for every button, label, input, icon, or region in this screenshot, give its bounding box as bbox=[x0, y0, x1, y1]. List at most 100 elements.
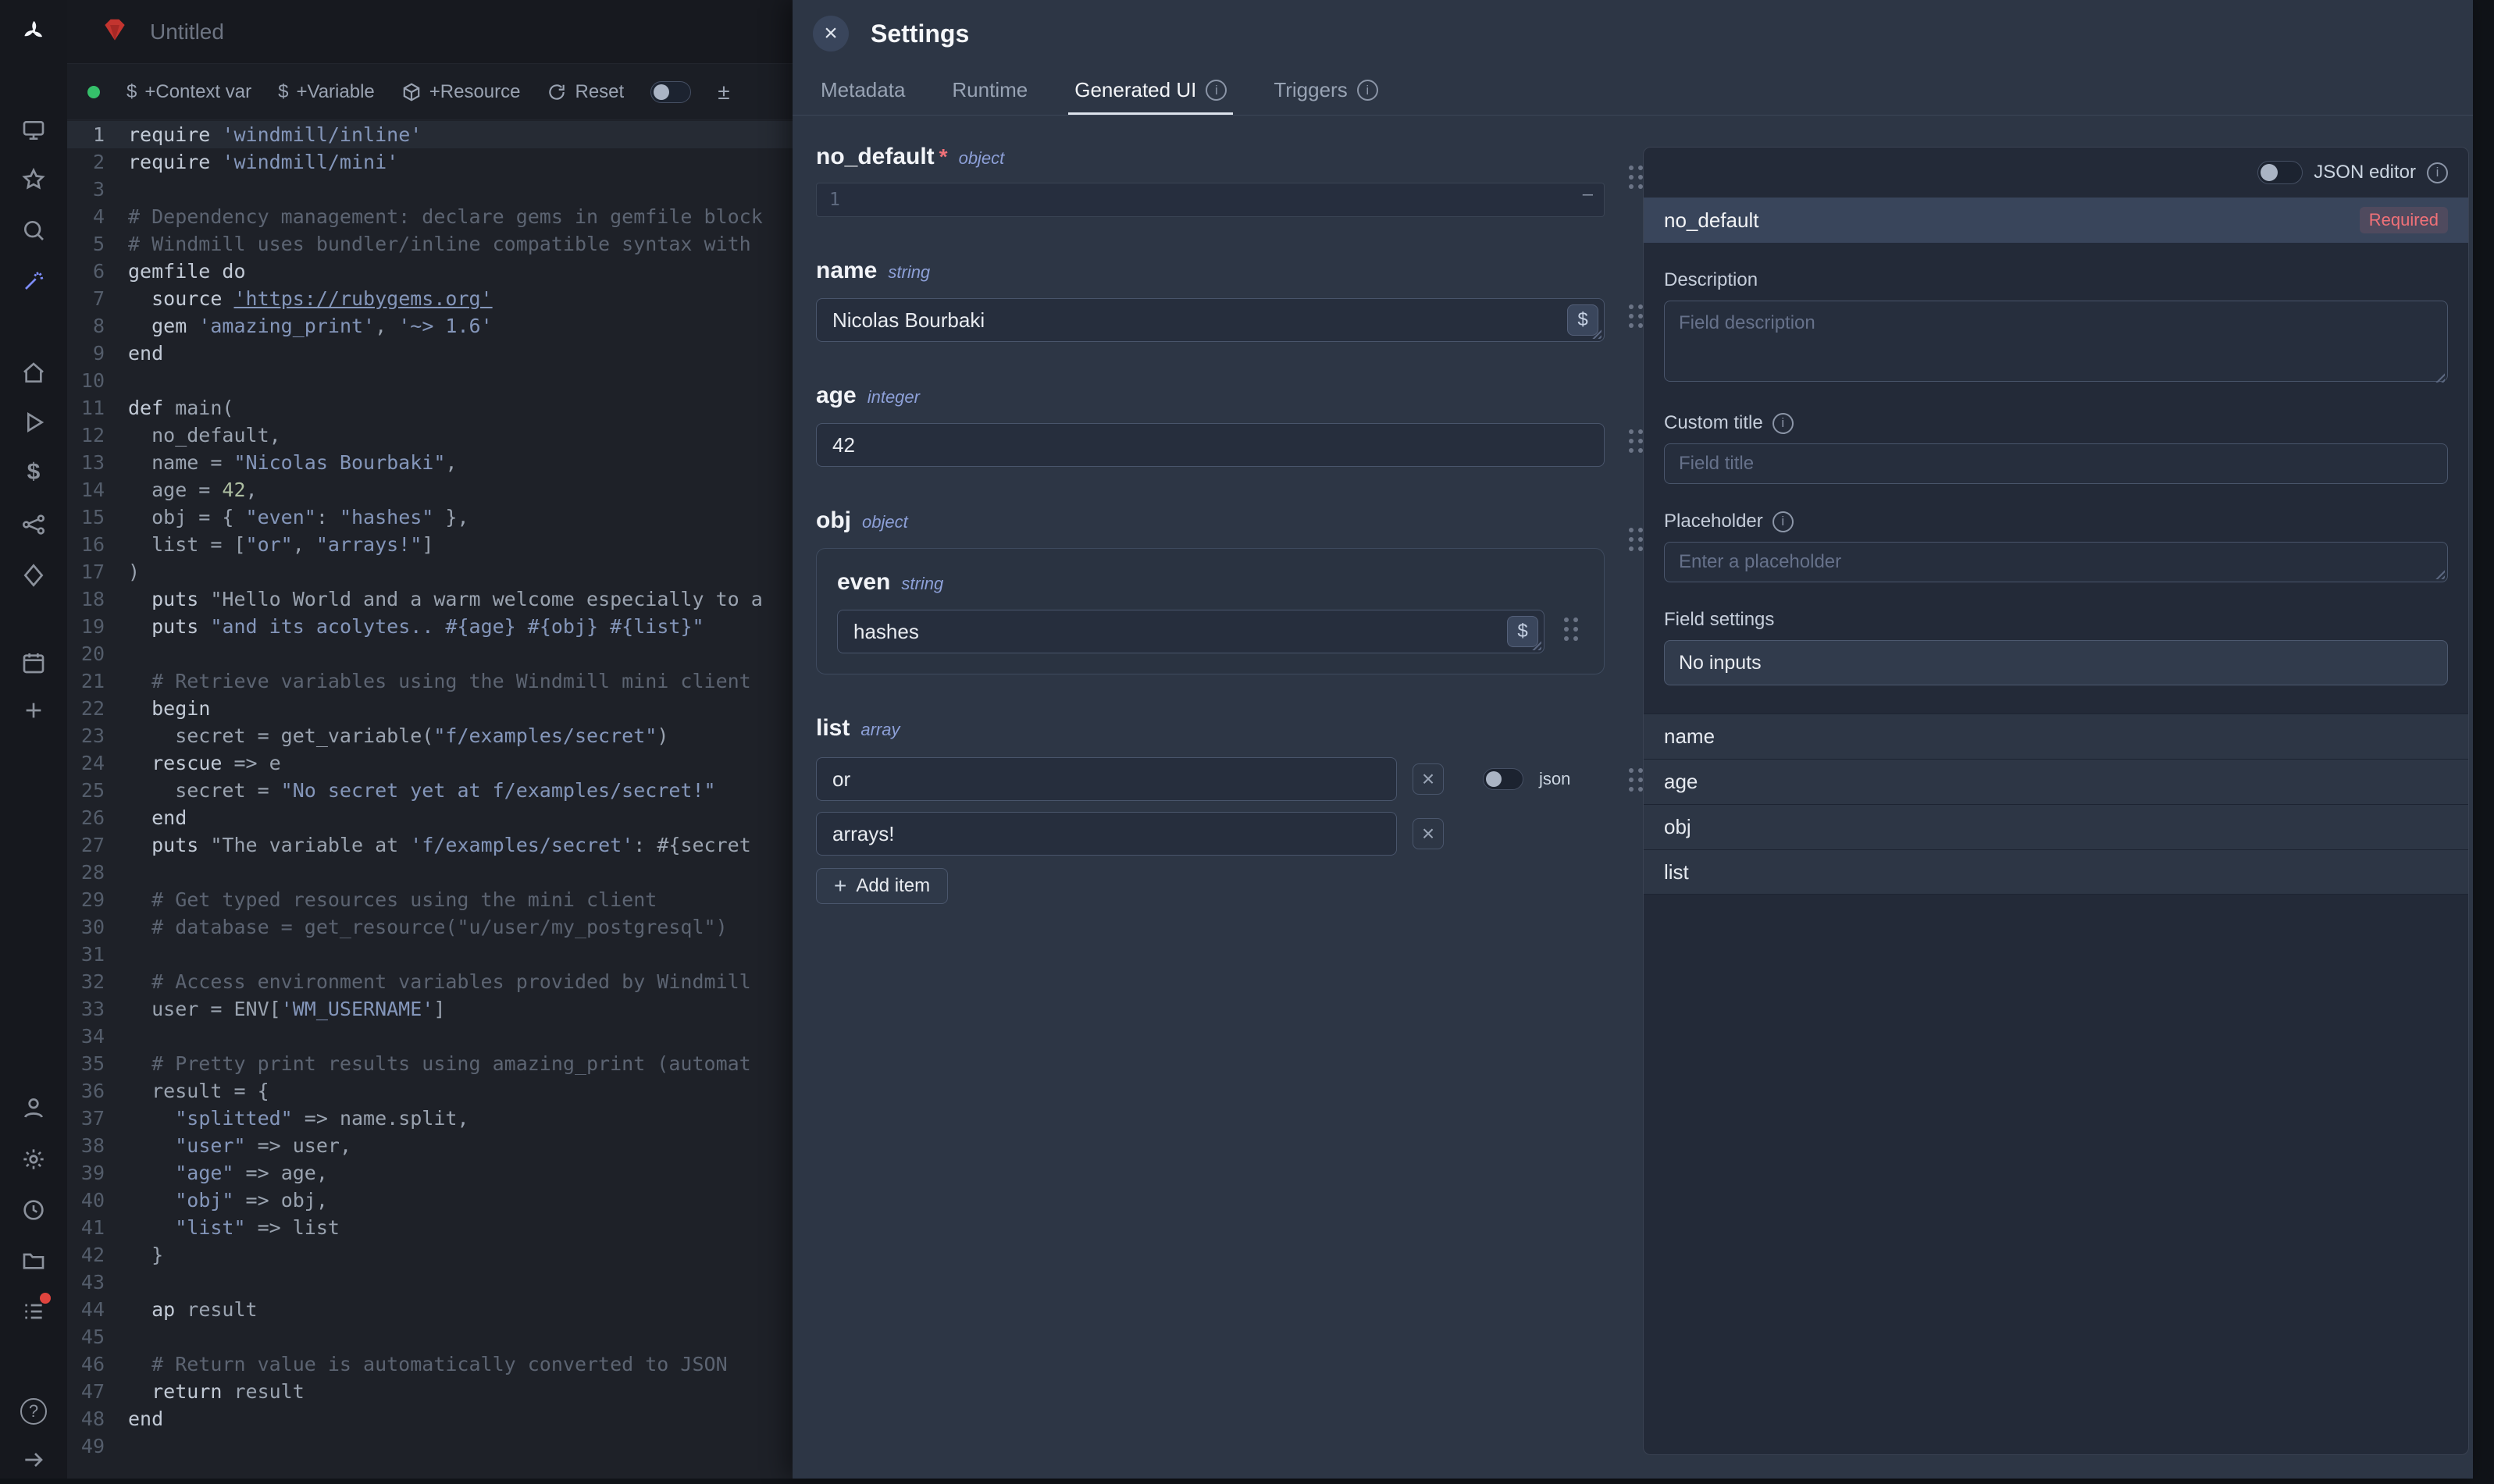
code-line[interactable]: 27 puts "The variable at 'f/examples/sec… bbox=[67, 831, 793, 859]
no-default-json-editor[interactable]: 1 — bbox=[816, 183, 1605, 217]
code-line[interactable]: 32 # Access environment variables provid… bbox=[67, 968, 793, 995]
code-line[interactable]: 47 return result bbox=[67, 1378, 793, 1405]
toolbar-toggle[interactable] bbox=[650, 81, 691, 103]
code-line[interactable]: 28 bbox=[67, 859, 793, 886]
description-textarea[interactable] bbox=[1664, 301, 2448, 382]
info-icon[interactable]: i bbox=[2427, 162, 2448, 183]
code-line[interactable]: 20 bbox=[67, 640, 793, 667]
play-icon[interactable] bbox=[18, 407, 49, 438]
add-variable-button[interactable]: $ +Variable bbox=[278, 81, 375, 103]
code-line[interactable]: 25 secret = "No secret yet at f/examples… bbox=[67, 777, 793, 804]
code-line[interactable]: 33 user = ENV['WM_USERNAME'] bbox=[67, 995, 793, 1023]
code-line[interactable]: 1require 'windmill/inline' bbox=[67, 121, 793, 148]
code-line[interactable]: 40 "obj" => obj, bbox=[67, 1187, 793, 1214]
code-line[interactable]: 7 source 'https://rubygems.org' bbox=[67, 285, 793, 312]
diff-icon[interactable]: ± bbox=[718, 80, 729, 105]
json-editor-toggle[interactable] bbox=[2257, 161, 2303, 184]
tab-metadata[interactable]: Metadata bbox=[814, 67, 911, 115]
list-item-input[interactable] bbox=[816, 757, 1397, 801]
insert-variable-button[interactable]: $ bbox=[1567, 304, 1598, 336]
code-line[interactable]: 6gemfile do bbox=[67, 258, 793, 285]
code-line[interactable]: 9end bbox=[67, 340, 793, 367]
code-line[interactable]: 4# Dependency management: declare gems i… bbox=[67, 203, 793, 230]
code-line[interactable]: 3 bbox=[67, 176, 793, 203]
list-icon[interactable] bbox=[18, 1296, 49, 1327]
insert-variable-button[interactable]: $ bbox=[1507, 616, 1538, 647]
code-line[interactable]: 14 age = 42, bbox=[67, 476, 793, 504]
code-line[interactable]: 18 puts "Hello World and a warm welcome … bbox=[67, 585, 793, 613]
even-input[interactable] bbox=[837, 610, 1544, 653]
drag-handle-icon[interactable] bbox=[1629, 768, 1644, 792]
name-input[interactable] bbox=[816, 298, 1605, 342]
code-line[interactable]: 21 # Retrieve variables using the Windmi… bbox=[67, 667, 793, 695]
script-title[interactable]: Untitled bbox=[150, 20, 224, 44]
json-toggle[interactable] bbox=[1483, 768, 1523, 790]
custom-title-input[interactable] bbox=[1664, 443, 2448, 484]
code-line[interactable]: 42 } bbox=[67, 1241, 793, 1269]
remove-item-icon[interactable]: × bbox=[1413, 763, 1444, 795]
info-icon[interactable]: i bbox=[1357, 80, 1378, 101]
tab-generated-ui[interactable]: Generated UI i bbox=[1068, 67, 1233, 115]
monitor-icon[interactable] bbox=[18, 115, 49, 146]
info-icon[interactable]: i bbox=[1773, 511, 1794, 532]
code-line[interactable]: 2require 'windmill/mini' bbox=[67, 148, 793, 176]
info-icon[interactable]: i bbox=[1773, 413, 1794, 434]
home-icon[interactable] bbox=[18, 358, 49, 389]
field-row-name[interactable]: name bbox=[1644, 714, 2468, 759]
star-icon[interactable] bbox=[18, 164, 49, 195]
user-icon[interactable] bbox=[18, 1092, 49, 1123]
drag-handle-icon[interactable] bbox=[1629, 304, 1644, 329]
field-row-obj[interactable]: obj bbox=[1644, 804, 2468, 849]
code-line[interactable]: 36 result = { bbox=[67, 1077, 793, 1105]
code-line[interactable]: 19 puts "and its acolytes.. #{age} #{obj… bbox=[67, 613, 793, 640]
folder-icon[interactable] bbox=[18, 1245, 49, 1276]
help-icon[interactable]: ? bbox=[18, 1396, 49, 1427]
collapse-arrow-icon[interactable] bbox=[18, 1444, 49, 1475]
drag-handle-icon[interactable] bbox=[1629, 429, 1644, 454]
code-line[interactable]: 17) bbox=[67, 558, 793, 585]
code-line[interactable]: 44 ap result bbox=[67, 1296, 793, 1323]
code-line[interactable]: 43 bbox=[67, 1269, 793, 1296]
windmill-logo-icon[interactable] bbox=[18, 16, 49, 47]
code-line[interactable]: 35 # Pretty print results using amazing_… bbox=[67, 1050, 793, 1077]
code-line[interactable]: 24 rescue => e bbox=[67, 749, 793, 777]
field-row-no-default-selected[interactable]: no_default Required bbox=[1644, 198, 2468, 243]
code-line[interactable]: 23 secret = get_variable("f/examples/sec… bbox=[67, 722, 793, 749]
code-line[interactable]: 22 begin bbox=[67, 695, 793, 722]
drag-handle-icon[interactable] bbox=[1564, 617, 1579, 642]
code-editor[interactable]: 1require 'windmill/inline'2require 'wind… bbox=[67, 121, 793, 1479]
field-row-age[interactable]: age bbox=[1644, 759, 2468, 804]
close-icon[interactable]: × bbox=[813, 16, 849, 52]
code-line[interactable]: 31 bbox=[67, 941, 793, 968]
code-line[interactable]: 46 # Return value is automatically conve… bbox=[67, 1351, 793, 1378]
reset-button[interactable]: Reset bbox=[547, 81, 624, 103]
code-line[interactable]: 13 name = "Nicolas Bourbaki", bbox=[67, 449, 793, 476]
code-line[interactable]: 49 bbox=[67, 1432, 793, 1460]
remove-item-icon[interactable]: × bbox=[1413, 818, 1444, 849]
tab-runtime[interactable]: Runtime bbox=[946, 67, 1034, 115]
code-line[interactable]: 29 # Get typed resources using the mini … bbox=[67, 886, 793, 913]
magic-wand-icon[interactable] bbox=[18, 265, 49, 297]
code-line[interactable]: 26 end bbox=[67, 804, 793, 831]
history-icon[interactable] bbox=[18, 1194, 49, 1226]
add-resource-button[interactable]: +Resource bbox=[401, 81, 521, 103]
code-line[interactable]: 45 bbox=[67, 1323, 793, 1351]
code-line[interactable]: 12 no_default, bbox=[67, 422, 793, 449]
calendar-icon[interactable] bbox=[18, 647, 49, 678]
code-line[interactable]: 39 "age" => age, bbox=[67, 1159, 793, 1187]
code-line[interactable]: 15 obj = { "even": "hashes" }, bbox=[67, 504, 793, 531]
add-context-var-button[interactable]: $ +Context var bbox=[126, 81, 251, 103]
code-line[interactable]: 38 "user" => user, bbox=[67, 1132, 793, 1159]
code-line[interactable]: 41 "list" => list bbox=[67, 1214, 793, 1241]
add-item-button[interactable]: + Add item bbox=[816, 868, 948, 904]
tab-triggers[interactable]: Triggers i bbox=[1267, 67, 1384, 115]
code-line[interactable]: 48end bbox=[67, 1405, 793, 1432]
plus-icon[interactable] bbox=[18, 695, 49, 726]
dollar-icon[interactable]: $ bbox=[18, 457, 49, 488]
diamond-icon[interactable] bbox=[18, 560, 49, 591]
code-line[interactable]: 11def main( bbox=[67, 394, 793, 422]
field-settings-select[interactable]: No inputs bbox=[1664, 640, 2448, 685]
list-item-input[interactable] bbox=[816, 812, 1397, 856]
age-input[interactable] bbox=[816, 423, 1605, 467]
code-line[interactable]: 30 # database = get_resource("u/user/my_… bbox=[67, 913, 793, 941]
